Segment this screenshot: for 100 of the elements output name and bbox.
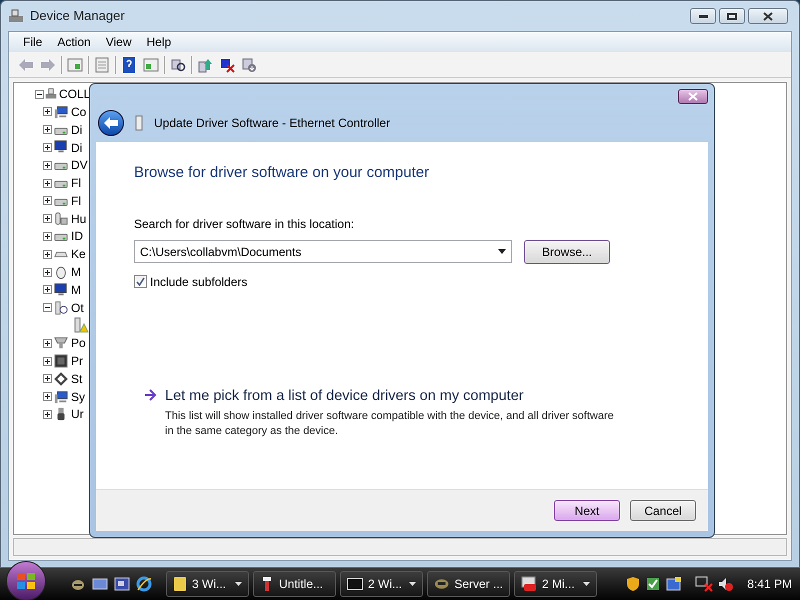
maximize-button[interactable] [719, 8, 745, 24]
back-arrow-icon [103, 116, 119, 130]
expand-toggle[interactable] [43, 107, 52, 116]
tree-item[interactable]: Po [71, 334, 86, 352]
tree-item[interactable]: M [71, 263, 81, 282]
dropdown-arrow-icon[interactable] [498, 249, 506, 254]
expand-toggle[interactable] [43, 250, 52, 259]
checkbox-label: Include subfolders [150, 274, 248, 290]
tree-item[interactable]: Ur [71, 405, 84, 424]
close-icon [688, 92, 698, 100]
collapse-toggle[interactable] [35, 90, 44, 98]
tree-item[interactable]: DV [71, 156, 88, 174]
expand-toggle[interactable] [43, 356, 52, 366]
computer-icon [54, 388, 68, 405]
close-button[interactable] [748, 8, 788, 24]
expand-toggle[interactable] [43, 232, 52, 241]
monitor-icon [54, 139, 68, 156]
expand-toggle[interactable] [43, 178, 52, 188]
show-desktop-icon[interactable] [92, 576, 108, 592]
device-icon [54, 210, 68, 227]
menu-item[interactable]: Help [140, 33, 178, 51]
menu-item[interactable]: File [17, 33, 48, 51]
expand-toggle[interactable] [43, 214, 52, 224]
expand-toggle[interactable] [43, 285, 52, 294]
expand-toggle[interactable] [43, 268, 52, 277]
caret-icon [409, 582, 416, 586]
start-button[interactable] [6, 561, 46, 600]
storage-icon [54, 370, 68, 387]
arrow-icon [144, 388, 157, 400]
checkbox[interactable] [134, 275, 147, 288]
mouse-icon [54, 264, 68, 280]
link-description: This list will show installed driver software compatible with the device, and all driver software in the same category as the device. [165, 409, 615, 440]
collapse-toggle[interactable] [43, 303, 52, 312]
dialog-button[interactable]: Next [554, 500, 620, 521]
expand-toggle[interactable] [43, 410, 52, 419]
tree-item[interactable]: COLL [59, 85, 90, 103]
tree-item[interactable]: M [71, 280, 81, 299]
windows-logo [16, 572, 36, 590]
device-manager-icon [8, 8, 24, 24]
dialog-button[interactable]: Cancel [630, 500, 696, 521]
computer-icon [54, 104, 68, 120]
minimize-button[interactable] [690, 8, 716, 24]
console-window-icon [521, 576, 537, 592]
panel-icon[interactable] [66, 56, 84, 74]
location-field[interactable]: C:\Users\collabvm\Documents [134, 240, 512, 263]
tree-item[interactable]: Ot [71, 298, 84, 317]
pick-driver-link[interactable]: Let me pick from a list of device drivers on my computer [165, 386, 615, 408]
tree-item[interactable]: Co [71, 102, 86, 121]
chip-icon [54, 353, 68, 370]
computer-icon [45, 87, 57, 101]
expand-toggle[interactable] [43, 374, 52, 384]
browser-icon[interactable] [136, 576, 152, 592]
tree-item[interactable]: Di [71, 138, 82, 156]
tree-item[interactable]: Pr [71, 352, 83, 370]
browse-button[interactable]: Browse... [524, 240, 610, 264]
unknown-device-icon [54, 300, 68, 316]
tree-item[interactable]: Sy [71, 388, 86, 406]
network-disconnected-icon[interactable] [695, 576, 714, 592]
dialog-title: Update Driver Software - Ethernet Controller [154, 115, 390, 132]
monitor-icon [54, 282, 68, 298]
menu-item[interactable]: Action [51, 33, 97, 51]
tree-item[interactable]: Ke [71, 245, 86, 264]
tree-item[interactable]: St [71, 370, 82, 388]
check-icon[interactable] [645, 576, 662, 592]
taskbar-button[interactable]: Server ... [427, 571, 510, 597]
menu-item[interactable]: View [100, 33, 138, 51]
expand-toggle[interactable] [43, 125, 52, 134]
dialog-heading: Browse for driver software on your computer [134, 163, 430, 183]
help-icon[interactable] [120, 56, 138, 74]
back-button[interactable] [98, 110, 124, 136]
tree-item[interactable]: Fl [71, 192, 81, 210]
volume-muted-icon[interactable] [718, 576, 734, 592]
window-title: Device Manager [30, 7, 125, 26]
close-button[interactable] [678, 88, 708, 104]
taskbar-button[interactable]: 2 Wi... [340, 571, 423, 597]
shield-icon[interactable] [626, 576, 640, 592]
clock[interactable]: 8:41 PM [747, 575, 792, 593]
disable-icon[interactable] [240, 56, 258, 74]
panel-icon[interactable] [142, 56, 160, 74]
expand-toggle[interactable] [43, 196, 52, 206]
expand-toggle[interactable] [43, 392, 52, 402]
taskbar-button[interactable]: 2 Mi... [514, 571, 597, 597]
network-adapter-icon [134, 115, 144, 131]
taskbar-button[interactable]: Untitle... [253, 571, 336, 597]
properties-icon[interactable] [93, 56, 111, 74]
close-icon [763, 12, 773, 20]
port-icon [54, 335, 68, 352]
tree-item[interactable]: Hu [71, 210, 86, 228]
switch-windows-icon[interactable] [114, 576, 130, 592]
windows-tray-icon[interactable] [666, 576, 682, 592]
caret-icon [583, 582, 590, 586]
expand-toggle[interactable] [43, 142, 52, 152]
expand-toggle[interactable] [43, 338, 52, 348]
tree-item[interactable]: ID [71, 227, 83, 246]
expand-toggle[interactable] [43, 160, 52, 170]
tree-item[interactable]: Fl [71, 174, 81, 192]
taskbar-button[interactable]: 3 Wi... [166, 571, 249, 597]
tree-item[interactable]: Di [71, 120, 82, 139]
paint-icon [260, 576, 274, 592]
caret-icon [235, 582, 242, 586]
